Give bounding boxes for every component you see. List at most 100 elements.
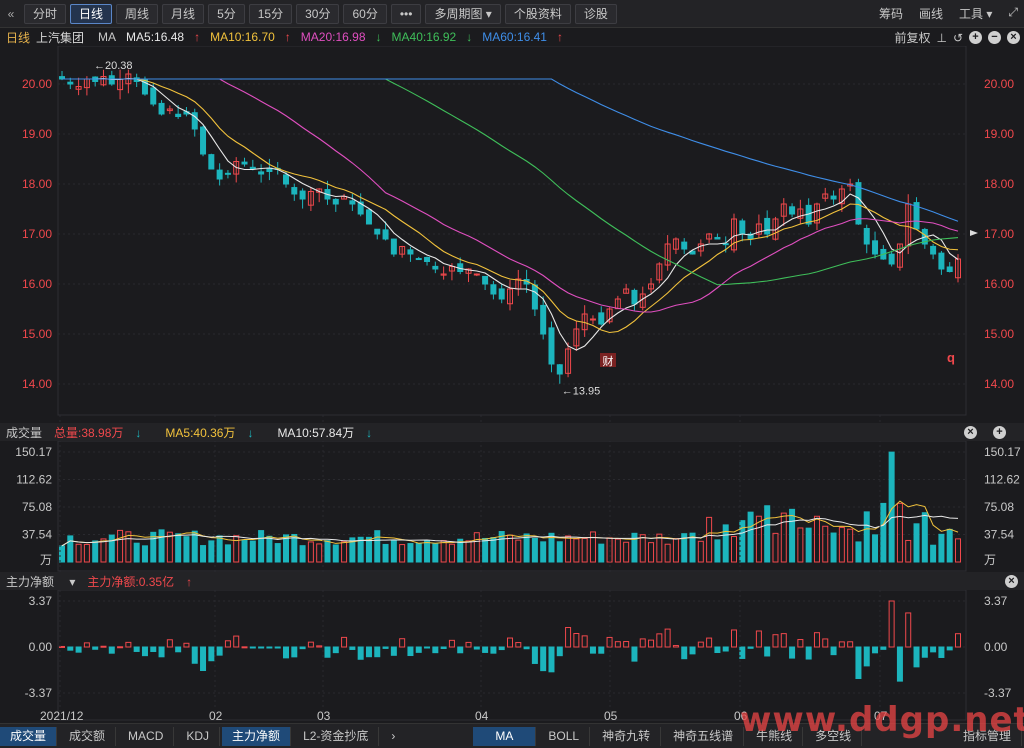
volume-bar xyxy=(208,540,215,563)
volume-bar xyxy=(249,540,256,563)
volume-bar xyxy=(780,512,787,563)
capital-bar xyxy=(241,646,248,649)
volume-bar xyxy=(473,532,480,563)
time-label: 02 xyxy=(209,709,223,723)
close-icon[interactable]: × xyxy=(964,425,977,439)
ma40-line xyxy=(62,78,959,286)
candle-body xyxy=(382,229,389,240)
capital-bar xyxy=(332,646,339,654)
period-button[interactable]: 15分 xyxy=(248,3,293,24)
capital-title[interactable]: 主力净额 ▾ xyxy=(6,573,75,590)
capital-bar xyxy=(739,646,746,659)
capital-bar xyxy=(349,646,356,650)
more-button[interactable]: ••• xyxy=(390,3,422,24)
fullscreen-icon[interactable]: ⤢ xyxy=(1008,5,1018,22)
overlay-tab[interactable]: 神奇五线谱 xyxy=(663,726,745,746)
refresh-icon[interactable]: ↺ xyxy=(953,31,963,45)
overlay-tab[interactable]: MA xyxy=(473,726,537,746)
zoom-out-icon[interactable]: − xyxy=(988,31,1001,44)
capital-bar xyxy=(341,636,348,648)
stock-name[interactable]: 上汽集团 xyxy=(36,29,84,46)
period-button[interactable]: 30分 xyxy=(296,3,340,24)
volume-bar xyxy=(714,539,721,563)
period-button[interactable]: 日线 xyxy=(70,3,113,24)
candle-body xyxy=(589,318,596,321)
capital-bar xyxy=(789,646,796,659)
candle-body xyxy=(722,243,729,246)
period-button[interactable]: 分时 xyxy=(24,3,67,24)
indicator-tab[interactable]: L2-资金抄底 xyxy=(293,726,380,746)
zoom-in-icon[interactable]: + xyxy=(993,425,1006,439)
stock-info-button[interactable]: 个股资料 xyxy=(504,3,571,24)
capital-value-text: 主力净额:0.35亿 xyxy=(87,574,175,589)
indicator-tab[interactable]: 成交额 xyxy=(59,726,117,746)
ma-value: MA40:16.92 ↓ xyxy=(392,30,473,44)
capital-bar xyxy=(191,646,198,664)
price-tick-left: 20.00 xyxy=(22,77,52,91)
candle-body xyxy=(299,190,306,200)
ma-value-label: MA10:16.70 xyxy=(210,30,275,44)
diagnose-button[interactable]: 诊股 xyxy=(574,3,617,24)
ma-direction: ↓ xyxy=(466,30,473,44)
volume-bar xyxy=(415,543,422,563)
volume-bar xyxy=(382,543,389,563)
capital-bar xyxy=(772,634,779,648)
ma60-line xyxy=(62,78,959,222)
pin-icon[interactable]: ⊥ xyxy=(936,31,946,45)
indicator-tab[interactable]: 成交量 xyxy=(0,726,58,746)
volume-bar xyxy=(92,540,99,563)
adjust-mode[interactable]: 前复权 xyxy=(894,29,930,46)
volume-bar xyxy=(291,533,298,563)
overlay-tab[interactable]: 神奇九转 xyxy=(592,726,662,746)
period-button[interactable]: 月线 xyxy=(162,3,205,24)
candle-body xyxy=(241,161,248,165)
capital-bar xyxy=(216,646,223,656)
candle-body xyxy=(598,312,605,325)
candle-body xyxy=(739,220,746,235)
ma-value-label: MA20:16.98 xyxy=(300,30,366,44)
ma-label[interactable]: MA xyxy=(98,30,116,44)
indicator-tab[interactable]: MACD xyxy=(118,726,175,746)
volume-ma5-dir: ↓ xyxy=(247,425,254,440)
period-button[interactable]: 5分 xyxy=(208,3,245,24)
close-icon[interactable]: × xyxy=(1007,31,1020,44)
volume-bar xyxy=(515,539,522,563)
tools-button[interactable]: 工具 ▾ xyxy=(959,5,992,22)
capital-bar xyxy=(133,646,140,652)
period-button[interactable]: 60分 xyxy=(343,3,387,24)
chevron-right-icon[interactable]: › xyxy=(391,729,395,743)
capital-bar xyxy=(880,646,887,650)
volume-title[interactable]: 成交量 xyxy=(6,424,42,441)
capital-bar xyxy=(805,646,812,660)
capital-bar xyxy=(921,646,928,658)
multi-period-button[interactable]: 多周期图 ▾ xyxy=(425,3,501,24)
volume-bar xyxy=(946,528,953,563)
double-chevron-left-icon[interactable]: « xyxy=(2,7,20,21)
candle-body xyxy=(158,102,165,115)
capital-bar xyxy=(813,632,820,648)
capital-bar xyxy=(324,646,331,658)
capital-bar xyxy=(374,646,381,658)
capital-bar xyxy=(714,646,721,654)
capital-title-label: 主力净额 xyxy=(6,574,55,589)
indicator-tab[interactable]: KDJ xyxy=(176,726,221,746)
chips-button[interactable]: 筹码 xyxy=(879,5,903,22)
zoom-in-icon[interactable]: + xyxy=(969,31,982,44)
period-button[interactable]: 周线 xyxy=(116,3,159,24)
volume-bar xyxy=(830,532,837,563)
indicator-tab[interactable]: 主力净额 xyxy=(222,726,292,746)
overlay-tab[interactable]: BOLL xyxy=(538,726,591,746)
ma-value: MA5:16.48 ↑ xyxy=(126,30,200,44)
candle-body xyxy=(224,172,231,175)
volume-tick-left: 万 xyxy=(40,553,52,567)
volume-bar xyxy=(59,545,65,563)
capital-bar xyxy=(200,646,207,672)
capital-bar xyxy=(531,646,538,664)
kline-chart[interactable]: 20.00 20.00 19.00 19.00 18.00 18.00 17.00 17.00… xyxy=(0,46,1024,743)
chart-period-title: 日线 xyxy=(6,30,31,45)
close-icon[interactable]: × xyxy=(1005,574,1018,588)
capital-bar xyxy=(689,646,696,655)
volume-bar xyxy=(930,544,937,563)
capital-bar xyxy=(656,633,663,648)
draw-line-button[interactable]: 画线 xyxy=(919,5,943,22)
